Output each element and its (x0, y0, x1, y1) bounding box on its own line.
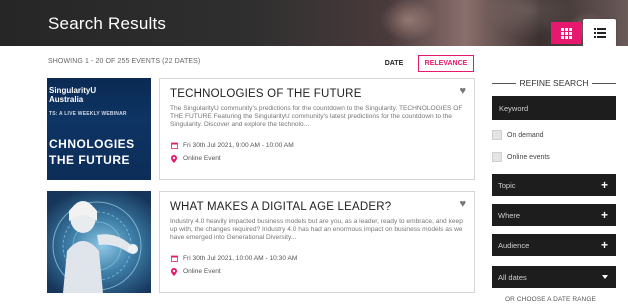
event-image[interactable]: SingularityU Australia TS: A LIVE WEEKLY… (47, 78, 151, 180)
event-title[interactable]: WHAT MAKES A DIGITAL AGE LEADER? (170, 200, 464, 214)
keyword-input[interactable]: Keyword (492, 96, 616, 120)
location-pin-icon (170, 154, 178, 163)
calendar-icon (170, 255, 178, 262)
grid-view-button[interactable] (551, 22, 581, 44)
sort-date-button[interactable]: DATE (378, 55, 410, 72)
keyword-placeholder: Keyword (499, 103, 529, 113)
sort-relevance-button[interactable]: RELEVANCE (418, 55, 474, 72)
refine-search-title: REFINE SEARCH (519, 78, 589, 88)
online-events-checkbox-row[interactable]: Online events (492, 152, 550, 162)
event-image[interactable] (47, 191, 151, 293)
event-date-row: Fri 30th Jul 2021, 10:00 AM - 10:30 AM (170, 254, 464, 263)
event-image-brand: SingularityU Australia (49, 86, 97, 104)
online-events-label: Online events (507, 153, 550, 161)
list-icon (593, 28, 606, 38)
where-label: Where (498, 210, 521, 220)
event-title[interactable]: TECHNOLOGIES OF THE FUTURE (170, 87, 464, 101)
plus-icon: + (600, 178, 608, 192)
favorite-heart-icon[interactable]: ♥ (459, 85, 466, 97)
list-view-button[interactable] (583, 19, 616, 46)
event-location-row: Online Event (170, 267, 464, 276)
event-card-body: TECHNOLOGIES OF THE FUTURE The Singulari… (159, 78, 475, 180)
header-underline (10, 46, 620, 54)
audience-label: Audience (498, 240, 530, 250)
divider (592, 82, 616, 84)
event-location: Online Event (183, 155, 221, 162)
on-demand-checkbox-row[interactable]: On demand (492, 130, 544, 140)
grid-icon (560, 27, 572, 39)
event-card[interactable]: WHAT MAKES A DIGITAL AGE LEADER? Industr… (47, 191, 475, 293)
event-image-headline: CHNOLOGIES THE FUTURE (49, 137, 135, 167)
event-date: Fri 30th Jul 2021, 9:00 AM - 10:00 AM (183, 142, 294, 149)
dates-select[interactable]: All dates (492, 266, 616, 288)
page-header: Search Results (0, 0, 628, 46)
divider (492, 82, 516, 84)
page-title: Search Results (48, 14, 167, 33)
where-filter[interactable]: Where + (492, 204, 616, 226)
event-card-body: WHAT MAKES A DIGITAL AGE LEADER? Industr… (159, 191, 475, 293)
online-events-checkbox[interactable] (492, 152, 502, 162)
event-location-row: Online Event (170, 154, 464, 163)
topic-filter[interactable]: Topic + (492, 174, 616, 196)
event-description: Industry 4.0 heavily impacted business m… (170, 218, 463, 241)
dates-selected-value: All dates (498, 272, 527, 282)
location-pin-icon (170, 267, 178, 276)
event-location: Online Event (183, 268, 221, 275)
calendar-icon (170, 142, 178, 149)
on-demand-label: On demand (507, 131, 544, 139)
event-image-subtitle: TS: A LIVE WEEKLY WEBINAR (49, 111, 127, 117)
favorite-heart-icon[interactable]: ♥ (459, 198, 466, 210)
results-count: SHOWING 1 - 20 OF 255 EVENTS (22 DATES) (48, 58, 201, 65)
audience-filter[interactable]: Audience + (492, 234, 616, 256)
chevron-down-icon (602, 275, 608, 279)
event-date: Fri 30th Jul 2021, 10:00 AM - 10:30 AM (183, 255, 298, 262)
date-range-link[interactable]: OR CHOOSE A DATE RANGE (505, 296, 596, 303)
plus-icon: + (600, 238, 608, 252)
plus-icon: + (600, 208, 608, 222)
event-date-row: Fri 30th Jul 2021, 9:00 AM - 10:00 AM (170, 141, 464, 150)
event-description: The SingularityU community's predictions… (170, 105, 463, 128)
event-card[interactable]: SingularityU Australia TS: A LIVE WEEKLY… (47, 78, 475, 180)
ai-woman-image (52, 201, 142, 293)
topic-label: Topic (498, 180, 516, 190)
on-demand-checkbox[interactable] (492, 130, 502, 140)
refine-search-heading: REFINE SEARCH (492, 78, 616, 88)
